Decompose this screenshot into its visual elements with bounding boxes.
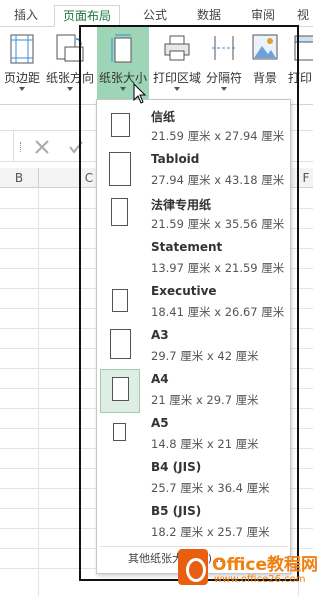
column-header-b[interactable]: B: [0, 168, 38, 188]
grid-line: [38, 188, 39, 596]
annotation-frame: [79, 25, 299, 581]
chevron-down-icon: [67, 87, 73, 91]
ribbon-tab-bar: 插入 页面布局 公式 数据 审阅 视: [0, 0, 313, 27]
tab-data[interactable]: 数据: [190, 5, 228, 27]
margins-button[interactable]: 页边距: [0, 27, 44, 101]
margins-icon: [10, 34, 34, 64]
watermark: Office教程网 www.office26.com: [178, 547, 318, 595]
column-header-f[interactable]: F: [299, 168, 313, 188]
tab-review[interactable]: 审阅: [244, 5, 282, 27]
chevron-down-icon: [19, 87, 25, 91]
cancel-icon[interactable]: [34, 139, 50, 155]
margins-label: 页边距: [3, 71, 40, 85]
watermark-brand: Office教程网: [212, 555, 319, 575]
office-logo-icon: [178, 549, 208, 585]
tab-formulas[interactable]: 公式: [136, 5, 174, 27]
tab-insert[interactable]: 插入: [5, 5, 47, 27]
drag-handle[interactable]: [20, 142, 22, 152]
mouse-cursor-icon: [133, 83, 147, 104]
tab-page-layout[interactable]: 页面布局: [54, 5, 120, 27]
name-box[interactable]: [0, 131, 14, 161]
tab-view[interactable]: 视: [292, 5, 314, 27]
watermark-url: www.office26.com: [214, 574, 306, 585]
